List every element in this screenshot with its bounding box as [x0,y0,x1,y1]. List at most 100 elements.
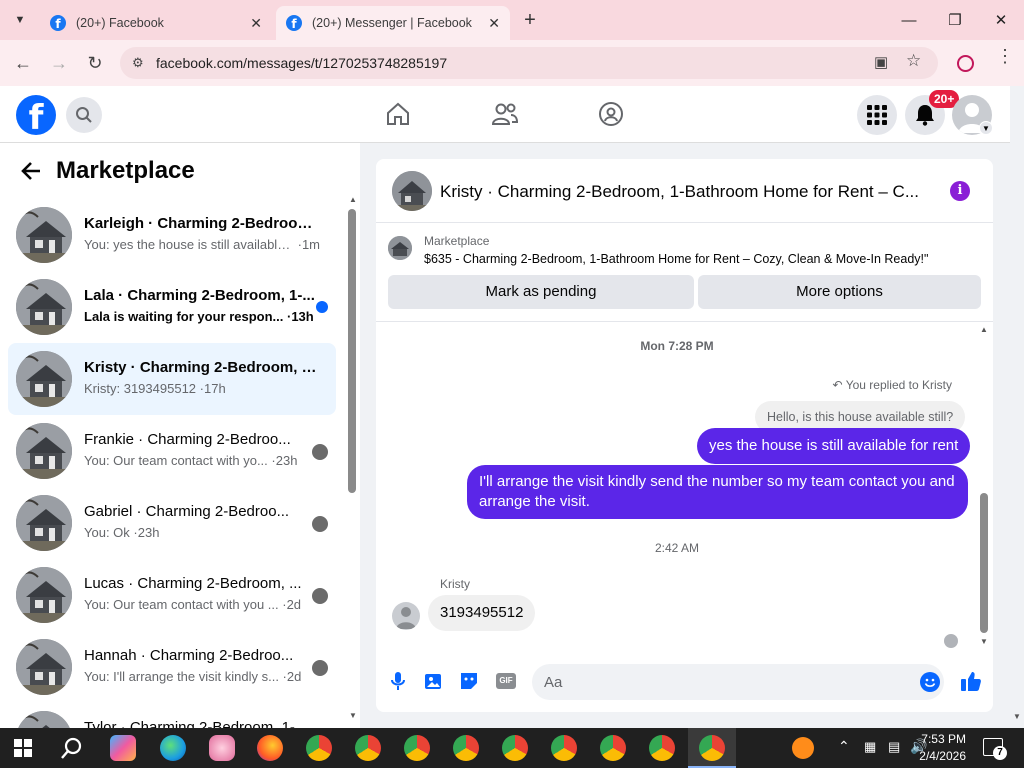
more-options-button[interactable]: More options [698,275,981,309]
clock-time[interactable]: 7:53 PM [918,732,966,746]
outgoing-message[interactable]: I'll arrange the visit kindly send the n… [467,465,968,519]
chrome-icon[interactable] [551,735,577,761]
conversation-item[interactable]: Kristy · Charming 2-Bedroom, 1-... Kristy… [8,343,336,415]
chrome-icon[interactable] [404,735,430,761]
listing-thumbnail[interactable] [388,236,412,260]
tray-chevron-icon[interactable]: ⌃ [838,738,850,755]
incoming-message[interactable]: 3193495512 [428,595,536,631]
install-app-icon[interactable]: ▣ [874,53,888,71]
start-button[interactable] [14,739,32,757]
back-button[interactable]: ← [8,48,38,78]
friends-nav-button[interactable] [490,99,520,129]
restore-button[interactable]: ❐ [932,0,978,40]
separator-dot: · [278,669,287,684]
chrome-icon[interactable] [453,735,479,761]
close-tab-icon[interactable]: ✕ [488,15,500,32]
conversation-name: Gabriel · Charming 2-Bedroo... [84,503,290,520]
search-button[interactable] [66,97,102,133]
conversation-preview-row: Kristy: 3193495512 · 17h [84,381,320,396]
clock-date[interactable]: 2/4/2026 [910,749,966,763]
close-window-button[interactable]: ✕ [978,0,1024,40]
message-input[interactable]: Aa [532,664,944,700]
timestamp-divider: 2:42 AM [654,541,700,555]
menu-button[interactable] [857,95,897,135]
timestamp-divider: Mon 7:28 PM [640,339,714,353]
info-button[interactable]: i [950,181,970,201]
chat-avatar[interactable] [392,171,432,211]
arrow-left-icon [21,162,40,180]
attach-media-button[interactable] [424,671,444,691]
facebook-logo[interactable]: f [16,95,56,135]
tab-messenger[interactable]: f (20+) Messenger | Facebook ✕ [276,6,510,40]
groups-nav-button[interactable] [596,99,626,129]
conversation-name: Kristy · Charming 2-Bedroom, 1-... [84,359,320,376]
conversation-time: 2d [286,597,302,612]
page-scrollbar[interactable]: ▼ [1010,86,1024,728]
like-button[interactable] [960,670,982,692]
listing-title[interactable]: $635 - Charming 2-Bedroom, 1-Bathroom Ho… [424,252,928,266]
chrome-icon[interactable] [355,735,381,761]
unread-dot [316,301,328,313]
sticker-button[interactable] [459,671,479,691]
conversation-item[interactable]: Hannah · Charming 2-Bedroo... You: I'll a… [8,631,336,703]
conversation-item[interactable]: Lucas · Charming 2-Bedroom, ... You: Our … [8,559,336,631]
tray-network-icon[interactable]: ▤ [888,739,900,755]
friends-icon [491,103,519,125]
listing-banner: Marketplace $635 - Charming 2-Bedroom, 1… [376,224,993,322]
chrome-icon[interactable] [649,735,675,761]
conversation-item[interactable]: Karleigh · Charming 2-Bedroom,... You: ye… [8,199,336,271]
paint-icon[interactable] [209,735,235,761]
new-tab-button[interactable]: + [518,8,542,32]
sender-avatar[interactable] [392,602,420,630]
site-info-icon[interactable]: ⚙ [132,55,144,71]
gif-button[interactable]: GIF [496,673,516,689]
conversation-name: Frankie · Charming 2-Bedroo... [84,431,291,448]
bookmark-star-icon[interactable]: ☆ [906,51,921,71]
account-chevron-icon[interactable]: ▼ [979,121,993,135]
mark-as-pending-button[interactable]: Mark as pending [388,275,694,309]
back-arrow-button[interactable] [20,160,44,184]
tab-facebook[interactable]: f (20+) Facebook ✕ [40,6,272,40]
conversation-scrollbar[interactable]: ▲ ▼ [348,195,357,725]
chrome-icon[interactable] [306,735,332,761]
outgoing-message[interactable]: yes the house is still available for ren… [697,428,971,464]
firefox-icon[interactable] [257,735,283,761]
voice-clip-button[interactable] [390,671,406,691]
chrome-icon[interactable] [699,735,725,761]
emoji-button[interactable] [920,672,940,692]
conversation-item[interactable]: Frankie · Charming 2-Bedroo... You: Our t… [8,415,336,487]
close-tab-icon[interactable]: ✕ [250,15,262,32]
profile-icon[interactable] [957,55,974,72]
tray-device-icon[interactable]: ▦ [864,739,876,755]
conversation-time: 17h [203,381,226,396]
chrome-icon[interactable] [502,735,528,761]
conversation-name: Hannah · Charming 2-Bedroo... [84,647,294,664]
sticker-icon [461,673,477,689]
home-nav-button[interactable] [383,99,413,129]
conversation-item[interactable]: Gabriel · Charming 2-Bedroo... You: Ok · 2… [8,487,336,559]
chat-scrollbar[interactable]: ▲ ▼ [979,325,989,647]
menu-kebab-icon[interactable]: ⋮ [996,47,1014,65]
copilot-icon[interactable] [110,735,136,761]
conversation-time: 23h [137,525,160,540]
chrome-icon[interactable] [600,735,626,761]
search-icon [76,107,92,123]
search-taskbar-button[interactable] [60,736,84,760]
chat-title[interactable]: Kristy · Charming 2-Bedroom, 1-Bathroom … [440,182,919,202]
separator-dot: · [129,525,138,540]
conversation-thumbnail [16,279,72,335]
thumbs-up-icon [961,672,981,691]
conversation-preview-row: You: Our team contact with yo... · 23h [84,453,320,468]
weather-icon[interactable] [792,737,814,759]
minimize-button[interactable]: — [886,0,932,40]
tab-search-button[interactable]: ▼ [8,8,32,32]
edge-icon[interactable] [160,735,186,761]
separator-dot: · [293,237,302,252]
url-text[interactable]: facebook.com/messages/t/1270253748285197 [156,55,447,71]
grid-menu-icon [867,105,887,125]
conversation-item[interactable]: Lala · Charming 2-Bedroom, 1-... Lala is … [8,271,336,343]
reload-button[interactable]: ↻ [80,48,110,78]
omnibox[interactable]: ⚙ facebook.com/messages/t/12702537482851… [120,47,938,79]
facebook-header: f 20+ ▼ [0,86,1010,143]
forward-button[interactable]: → [44,48,74,78]
